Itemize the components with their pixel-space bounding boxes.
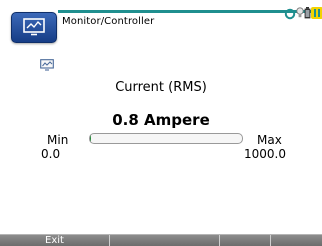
battery-icon [304, 7, 311, 19]
warning-icon [311, 7, 322, 19]
exit-softkey[interactable]: Exit [0, 235, 110, 246]
monitor-icon [23, 18, 45, 36]
min-value: 0.0 [41, 147, 60, 161]
monitor-small-icon [40, 59, 54, 71]
level-bar [89, 133, 243, 144]
header-accent-line [58, 10, 322, 13]
footer-spacer [0, 214, 322, 234]
softkey-bar: Exit [0, 234, 322, 246]
app-menu-button[interactable] [11, 12, 57, 43]
max-value: 1000.0 [244, 147, 286, 161]
lightbulb-icon [296, 7, 304, 19]
min-label: Min [47, 133, 68, 147]
max-label: Max [257, 133, 282, 147]
header-bar: Monitor/Controller [0, 0, 322, 46]
connection-icon [284, 8, 296, 20]
measurement-label: Current (RMS) [0, 80, 322, 95]
softkey-2[interactable] [110, 235, 220, 246]
softkey-3[interactable] [220, 235, 271, 246]
softkey-4[interactable] [271, 235, 322, 246]
measurement-value: 0.8 Ampere [0, 111, 322, 129]
status-icons [284, 6, 322, 22]
page-title: Monitor/Controller [62, 16, 154, 27]
